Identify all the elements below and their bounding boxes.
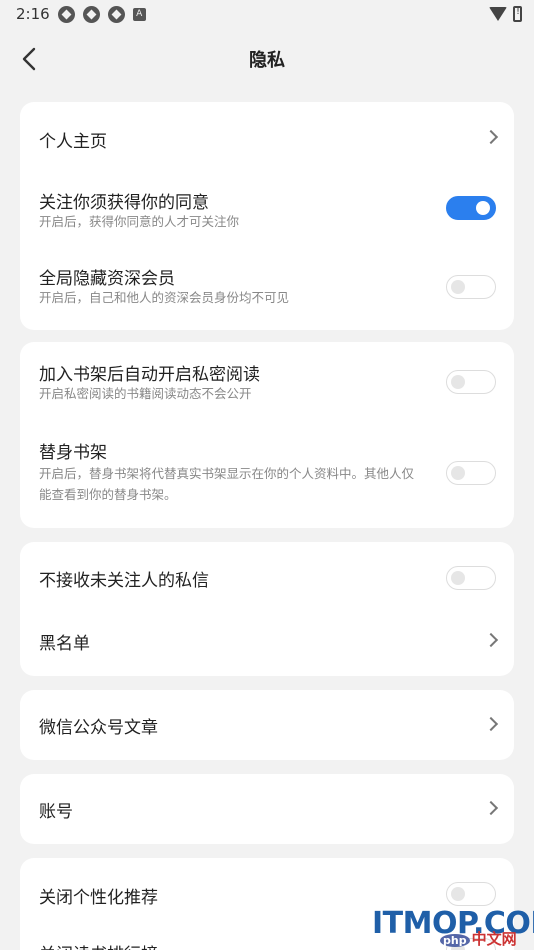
toggle-knob xyxy=(451,375,465,389)
sync-icon xyxy=(57,5,75,23)
menu-item-label: 账号 xyxy=(39,802,73,822)
menu-item-blacklist[interactable]: 黑名单 xyxy=(20,612,514,676)
status-time: 2:16 xyxy=(16,5,50,23)
setting-follow-consent: 关注你须获得你的同意 开启后，获得你同意的人才可关注你 xyxy=(20,174,514,254)
header: 隐私 xyxy=(0,28,534,90)
menu-item-label: 个人主页 xyxy=(39,132,107,152)
setting-description: 开启后，获得你同意的人才可关注你 xyxy=(39,214,240,229)
setting-hide-senior-member: 全局隐藏资深会员 开启后，自己和他人的资深会员身份均不可见 xyxy=(20,254,514,330)
section-bookshelf: 加入书架后自动开启私密阅读 开启私密阅读的书籍阅读动态不会公开 替身书架 开启后… xyxy=(20,342,514,528)
substitute-bookshelf-toggle[interactable] xyxy=(446,461,496,485)
toggle-knob xyxy=(451,887,465,901)
setting-label: 加入书架后自动开启私密阅读 xyxy=(39,365,260,385)
chevron-right-icon xyxy=(483,716,499,732)
php-badge: php xyxy=(440,934,470,947)
toggle-knob xyxy=(451,571,465,585)
page-title: 隐私 xyxy=(249,50,285,71)
status-right xyxy=(489,6,522,22)
sync-icon xyxy=(107,5,125,23)
section-profile: 个人主页 关注你须获得你的同意 开启后，获得你同意的人才可关注你 全局隐藏资深会… xyxy=(20,102,514,330)
block-stranger-messages-toggle[interactable] xyxy=(446,566,496,590)
status-bar: 2:16 A xyxy=(0,0,534,28)
section-messages: 不接收未关注人的私信 黑名单 xyxy=(20,542,514,676)
toggle-knob xyxy=(451,280,465,294)
chevron-right-icon xyxy=(483,800,499,816)
menu-item-label: 黑名单 xyxy=(39,634,90,654)
menu-item-wechat-articles[interactable]: 微信公众号文章 xyxy=(20,690,514,760)
disable-personalized-toggle[interactable] xyxy=(446,882,496,906)
setting-description-line1: 开启后，替身书架将代替真实书架显示在你的个人资料中。其他人仅 xyxy=(39,466,415,481)
menu-item-label: 微信公众号文章 xyxy=(39,718,158,738)
status-left: 2:16 A xyxy=(16,5,146,23)
section-account: 账号 xyxy=(20,774,514,844)
setting-label: 关注你须获得你的同意 xyxy=(39,193,209,213)
watermark-php: php 中文网 xyxy=(440,928,517,949)
toggle-knob xyxy=(451,466,465,480)
back-button[interactable] xyxy=(14,42,44,76)
setting-label: 不接收未关注人的私信 xyxy=(39,571,209,591)
sync-icon xyxy=(82,5,100,23)
section-wechat: 微信公众号文章 xyxy=(20,690,514,760)
setting-label: 关闭读书排行榜 xyxy=(39,940,158,950)
setting-label: 全局隐藏资深会员 xyxy=(39,269,175,289)
setting-description-line2: 能查看到你的替身书架。 xyxy=(39,487,177,502)
menu-item-account[interactable]: 账号 xyxy=(20,774,514,844)
setting-label: 关闭个性化推荐 xyxy=(39,888,158,908)
toggle-knob xyxy=(476,201,490,215)
battery-icon xyxy=(513,6,522,22)
setting-description: 开启后，自己和他人的资深会员身份均不可见 xyxy=(39,290,290,305)
hide-senior-member-toggle[interactable] xyxy=(446,275,496,299)
back-arrow-icon xyxy=(22,47,36,71)
auto-private-reading-toggle[interactable] xyxy=(446,370,496,394)
setting-block-stranger-messages: 不接收未关注人的私信 xyxy=(20,542,514,612)
a-icon: A xyxy=(132,7,146,21)
wifi-icon xyxy=(489,7,507,21)
setting-label: 替身书架 xyxy=(39,443,107,463)
setting-substitute-bookshelf: 替身书架 开启后，替身书架将代替真实书架显示在你的个人资料中。其他人仅 能查看到… xyxy=(20,422,514,528)
menu-item-personal-homepage[interactable]: 个人主页 xyxy=(20,102,514,174)
setting-description: 开启私密阅读的书籍阅读动态不会公开 xyxy=(39,386,252,401)
chevron-right-icon xyxy=(483,632,499,648)
chevron-right-icon xyxy=(483,129,499,145)
follow-consent-toggle[interactable] xyxy=(446,196,496,220)
setting-auto-private-reading: 加入书架后自动开启私密阅读 开启私密阅读的书籍阅读动态不会公开 xyxy=(20,342,514,422)
watermark-cn: 中文网 xyxy=(471,930,517,948)
